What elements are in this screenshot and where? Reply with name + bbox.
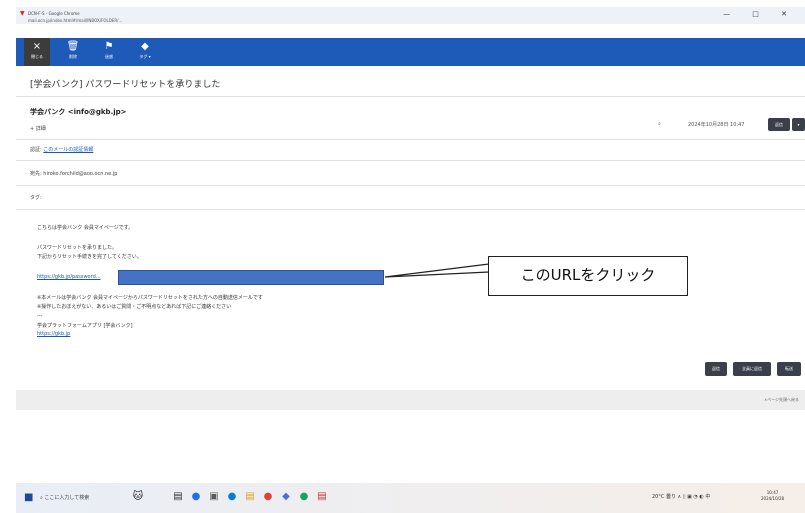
- body-line: こちらは学会バンク 会員マイページです。: [37, 225, 134, 231]
- auth-info-link[interactable]: このメールの認証情報: [43, 147, 93, 153]
- browser-window: ▼ DCN-F-S - Google Chrome mail.ocn.jp/in…: [0, 0, 805, 513]
- divider: [16, 185, 805, 186]
- tag-label: タグ ▾: [139, 54, 151, 59]
- signature: 学会プラットフォームアプリ [学会バンク]: [37, 323, 133, 329]
- tag-field-label: タグ:: [30, 195, 42, 201]
- taskbar-search-placeholder: ここに入力して検索: [44, 495, 90, 501]
- email-sender[interactable]: 学会バンク <info@gkb.jp>: [30, 107, 127, 117]
- back-to-top-link[interactable]: ∧ページ先頭へ戻る: [764, 397, 799, 403]
- app-cat-icon[interactable]: 🐱: [131, 488, 145, 506]
- tag-icon: ◆: [141, 41, 149, 52]
- page-footer-band: ∧ページ先頭へ戻る: [16, 390, 805, 410]
- task-view-icon[interactable]: ▤: [171, 488, 185, 506]
- desktop-edge: [0, 0, 16, 513]
- clock-date: 2024/10/28: [761, 496, 785, 501]
- auth-row: 認証: このメールの認証情報: [30, 146, 93, 153]
- clip-icon: ⌕: [658, 121, 661, 127]
- auth-label: 認証:: [30, 147, 42, 153]
- mail-toolbar: × 閉じる 🗑 削除 ⚑ 迷惑 ◆ タグ ▾: [16, 38, 805, 66]
- taskbar-search-input[interactable]: ⌕ ここに入力して検索: [40, 491, 135, 505]
- delete-label: 削除: [69, 54, 77, 59]
- system-tray[interactable]: 20°C 曇り ∧ ▯ ▣ ◔ ◐ 中: [652, 493, 710, 500]
- windows-taskbar: ■ ⌕ ここに入力して検索 🐱 ▤ ● ▣ ● ▤ ● ◆ ● ▤ 20°C 曇…: [16, 483, 805, 513]
- tag-button[interactable]: ◆ タグ ▾: [132, 38, 158, 66]
- callout-pointer: [384, 263, 490, 278]
- trash-icon: 🗑: [66, 41, 80, 52]
- windows-start-icon[interactable]: ■: [24, 492, 33, 503]
- body-line: パスワードリセットを承りました。: [37, 245, 118, 251]
- click-instruction-callout: このURLをクリック: [488, 256, 688, 296]
- app-red-icon[interactable]: ▤: [315, 488, 329, 506]
- email-date: 2024年10月28日 10:47: [688, 122, 745, 128]
- clock[interactable]: 10:47 2024/10/28: [761, 490, 784, 502]
- app-favicon-icon: ▼: [20, 10, 25, 17]
- address-bar[interactable]: mail.ocn.jp/index.html#/mail/INBOX/FOLDE…: [28, 18, 122, 23]
- divider: [16, 209, 805, 210]
- close-button[interactable]: × 閉じる: [24, 38, 50, 66]
- signature-link[interactable]: https://gkb.jp: [37, 331, 70, 337]
- forward-button[interactable]: 転送: [777, 362, 801, 376]
- spam-button[interactable]: ⚑ 迷惑: [96, 38, 122, 66]
- window-controls[interactable]: — □ ✕: [723, 10, 797, 18]
- close-icon: ×: [32, 41, 42, 52]
- spam-label: 迷惑: [105, 54, 113, 59]
- body-separator: ---: [37, 313, 43, 319]
- chrome-icon[interactable]: ●: [261, 488, 275, 506]
- divider: [16, 139, 805, 140]
- browser-title-bar: ▼ DCN-F-S - Google Chrome mail.ocn.jp/in…: [16, 7, 805, 24]
- reply-all-button[interactable]: 全員に返信: [733, 362, 771, 376]
- delete-button[interactable]: 🗑 削除: [60, 38, 86, 66]
- divider: [16, 160, 805, 161]
- app-green-icon[interactable]: ●: [297, 488, 311, 506]
- file-explorer-icon[interactable]: ▤: [243, 488, 257, 506]
- window-title: DCN-F-S - Google Chrome: [28, 11, 80, 16]
- app-diamond-icon[interactable]: ◆: [279, 488, 293, 506]
- reply-button[interactable]: 返信: [768, 118, 790, 131]
- details-toggle[interactable]: + 詳細: [30, 125, 46, 132]
- reply-bottom-button[interactable]: 返信: [705, 362, 727, 376]
- more-menu-button[interactable]: ▾: [792, 118, 805, 131]
- body-line: ※操作したおぼえがない、あるいはご質問・ご不明点などあれば下記にご連絡ください: [37, 304, 232, 310]
- tag-row: タグ:: [30, 194, 42, 201]
- reset-url-link[interactable]: https://gkb.jp/password...: [37, 274, 101, 280]
- divider: [16, 96, 805, 97]
- body-line: ※本メールは学会バンク 会員マイページからパスワードリセットをされた方への自動送…: [37, 295, 263, 301]
- email-subject: [学会バンク] パスワードリセットを承りました: [30, 80, 221, 90]
- app-gray-icon[interactable]: ▣: [207, 488, 221, 506]
- to-row: 宛先: hiroko.forchild@aoo.ocn.ne.jp: [30, 170, 117, 177]
- edge-browser-icon[interactable]: ●: [225, 488, 239, 506]
- to-value: hiroko.forchild@aoo.ocn.ne.jp: [43, 171, 118, 177]
- to-label: 宛先:: [30, 171, 42, 177]
- body-line: 下記からリセット手続きを完了してください。: [37, 254, 142, 260]
- app-blue-icon[interactable]: ●: [189, 488, 203, 506]
- flag-icon: ⚑: [104, 41, 114, 52]
- close-label: 閉じる: [31, 54, 43, 59]
- redacted-url-mask: [118, 270, 384, 285]
